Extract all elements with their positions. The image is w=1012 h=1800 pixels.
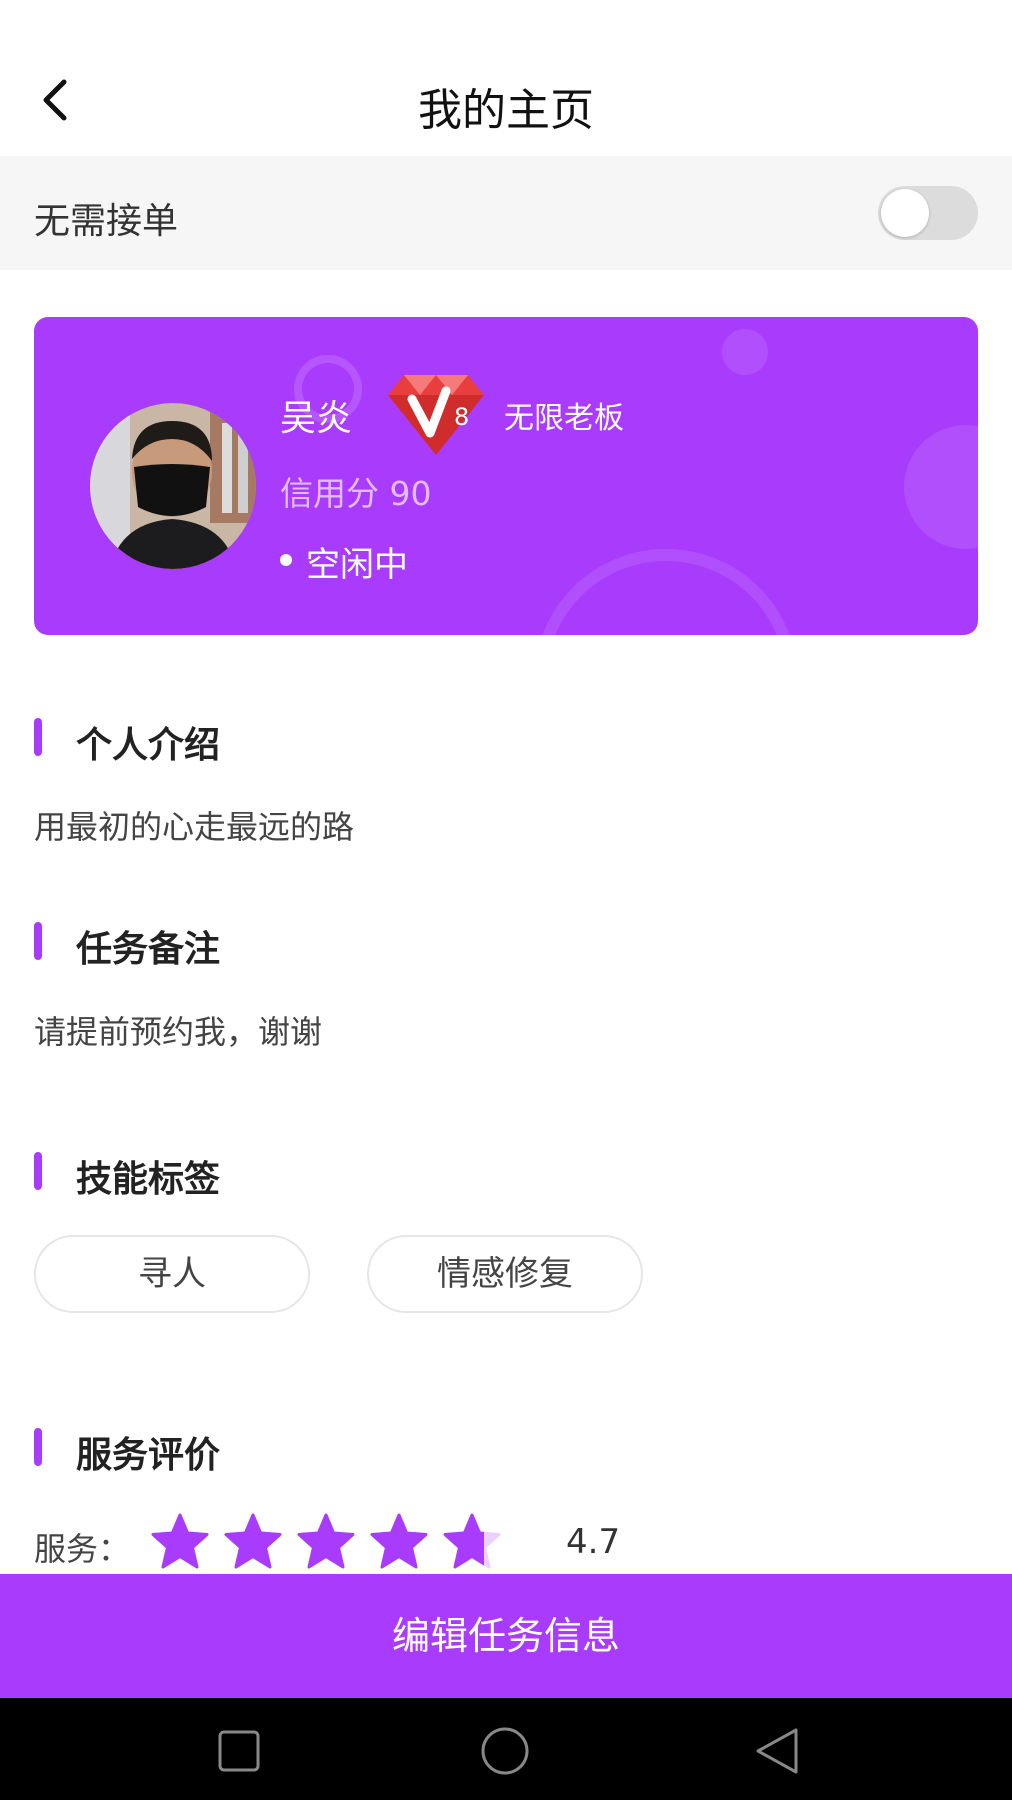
decor-circle bbox=[904, 425, 978, 549]
vip-badge: 8 bbox=[384, 369, 488, 457]
avatar[interactable] bbox=[90, 403, 256, 569]
user-name: 吴炎 bbox=[280, 398, 353, 439]
decor-circle bbox=[722, 329, 768, 375]
profile-card: 吴炎 8 无限老板 信用分 90 空闲中 bbox=[34, 317, 978, 635]
star-icon bbox=[223, 1512, 283, 1570]
header: 我的主页 bbox=[0, 0, 1012, 156]
status-dot bbox=[280, 554, 292, 566]
decor-circle bbox=[534, 549, 798, 635]
intro-title: 个人介绍 bbox=[76, 725, 221, 766]
no-order-toggle-row: 无需接单 bbox=[0, 156, 1012, 270]
service-rating-label: 服务： bbox=[34, 1530, 131, 1568]
notes-title: 任务备注 bbox=[76, 929, 221, 970]
home-icon[interactable] bbox=[478, 1726, 532, 1780]
service-rating-value: 4.7 bbox=[566, 1522, 621, 1562]
reviews-title: 服务评价 bbox=[76, 1435, 221, 1476]
star-icon bbox=[296, 1512, 356, 1570]
vip-title: 无限老板 bbox=[504, 401, 624, 436]
intro-text: 用最初的心走最远的路 bbox=[34, 808, 355, 846]
section-marker bbox=[34, 1428, 42, 1466]
section-marker bbox=[34, 718, 42, 756]
switch-knob bbox=[881, 189, 929, 237]
page-title: 我的主页 bbox=[418, 85, 594, 136]
status-text: 空闲中 bbox=[306, 545, 408, 585]
section-marker bbox=[34, 1152, 42, 1190]
no-order-label: 无需接单 bbox=[34, 201, 179, 242]
back-triangle-icon[interactable] bbox=[752, 1726, 802, 1780]
vip-level-text: 8 bbox=[454, 403, 469, 431]
skills-title: 技能标签 bbox=[76, 1159, 221, 1200]
skill-tag[interactable]: 寻人 bbox=[34, 1235, 310, 1313]
recent-apps-icon[interactable] bbox=[214, 1726, 264, 1780]
edit-task-info-button[interactable]: 编辑任务信息 bbox=[0, 1574, 1012, 1698]
notes-text: 请提前预约我，谢谢 bbox=[34, 1013, 323, 1051]
skill-tag[interactable]: 情感修复 bbox=[367, 1235, 643, 1313]
credit-score: 信用分 90 bbox=[280, 474, 432, 513]
star-icon bbox=[150, 1512, 210, 1570]
star-icon bbox=[369, 1512, 429, 1570]
star-icon bbox=[442, 1512, 502, 1570]
system-nav-bar bbox=[0, 1698, 1012, 1800]
no-order-switch[interactable] bbox=[878, 186, 978, 240]
section-marker bbox=[34, 922, 42, 960]
